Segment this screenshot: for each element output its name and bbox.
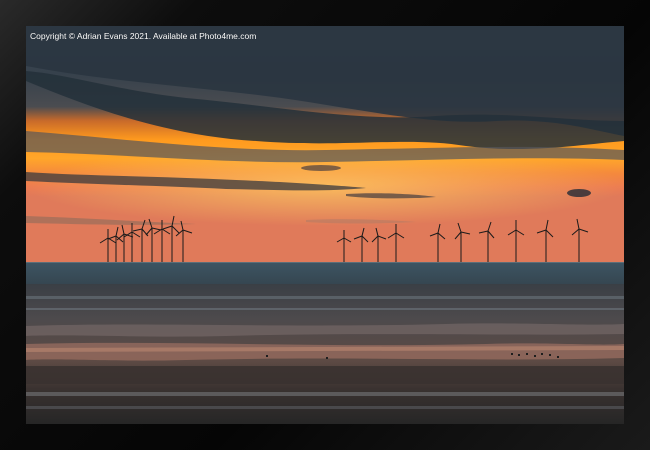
horizon-line [26, 262, 624, 263]
water-streak-1 [26, 296, 624, 299]
wet-sand-reflection-2 [26, 342, 624, 361]
copyright-watermark: Copyright © Adrian Evans 2021. Available… [30, 31, 257, 41]
foreground-water [26, 392, 624, 396]
water-streak-2 [26, 308, 624, 310]
foreground-water-2 [26, 406, 624, 409]
wisp-cloud [301, 165, 341, 171]
photo-canvas [26, 26, 624, 424]
sea [26, 262, 624, 286]
dry-sand-band [26, 366, 624, 384]
framed-photo: Copyright © Adrian Evans 2021. Available… [26, 26, 624, 424]
picture-frame: Copyright © Adrian Evans 2021. Available… [0, 0, 650, 450]
small-cloud [567, 189, 591, 197]
